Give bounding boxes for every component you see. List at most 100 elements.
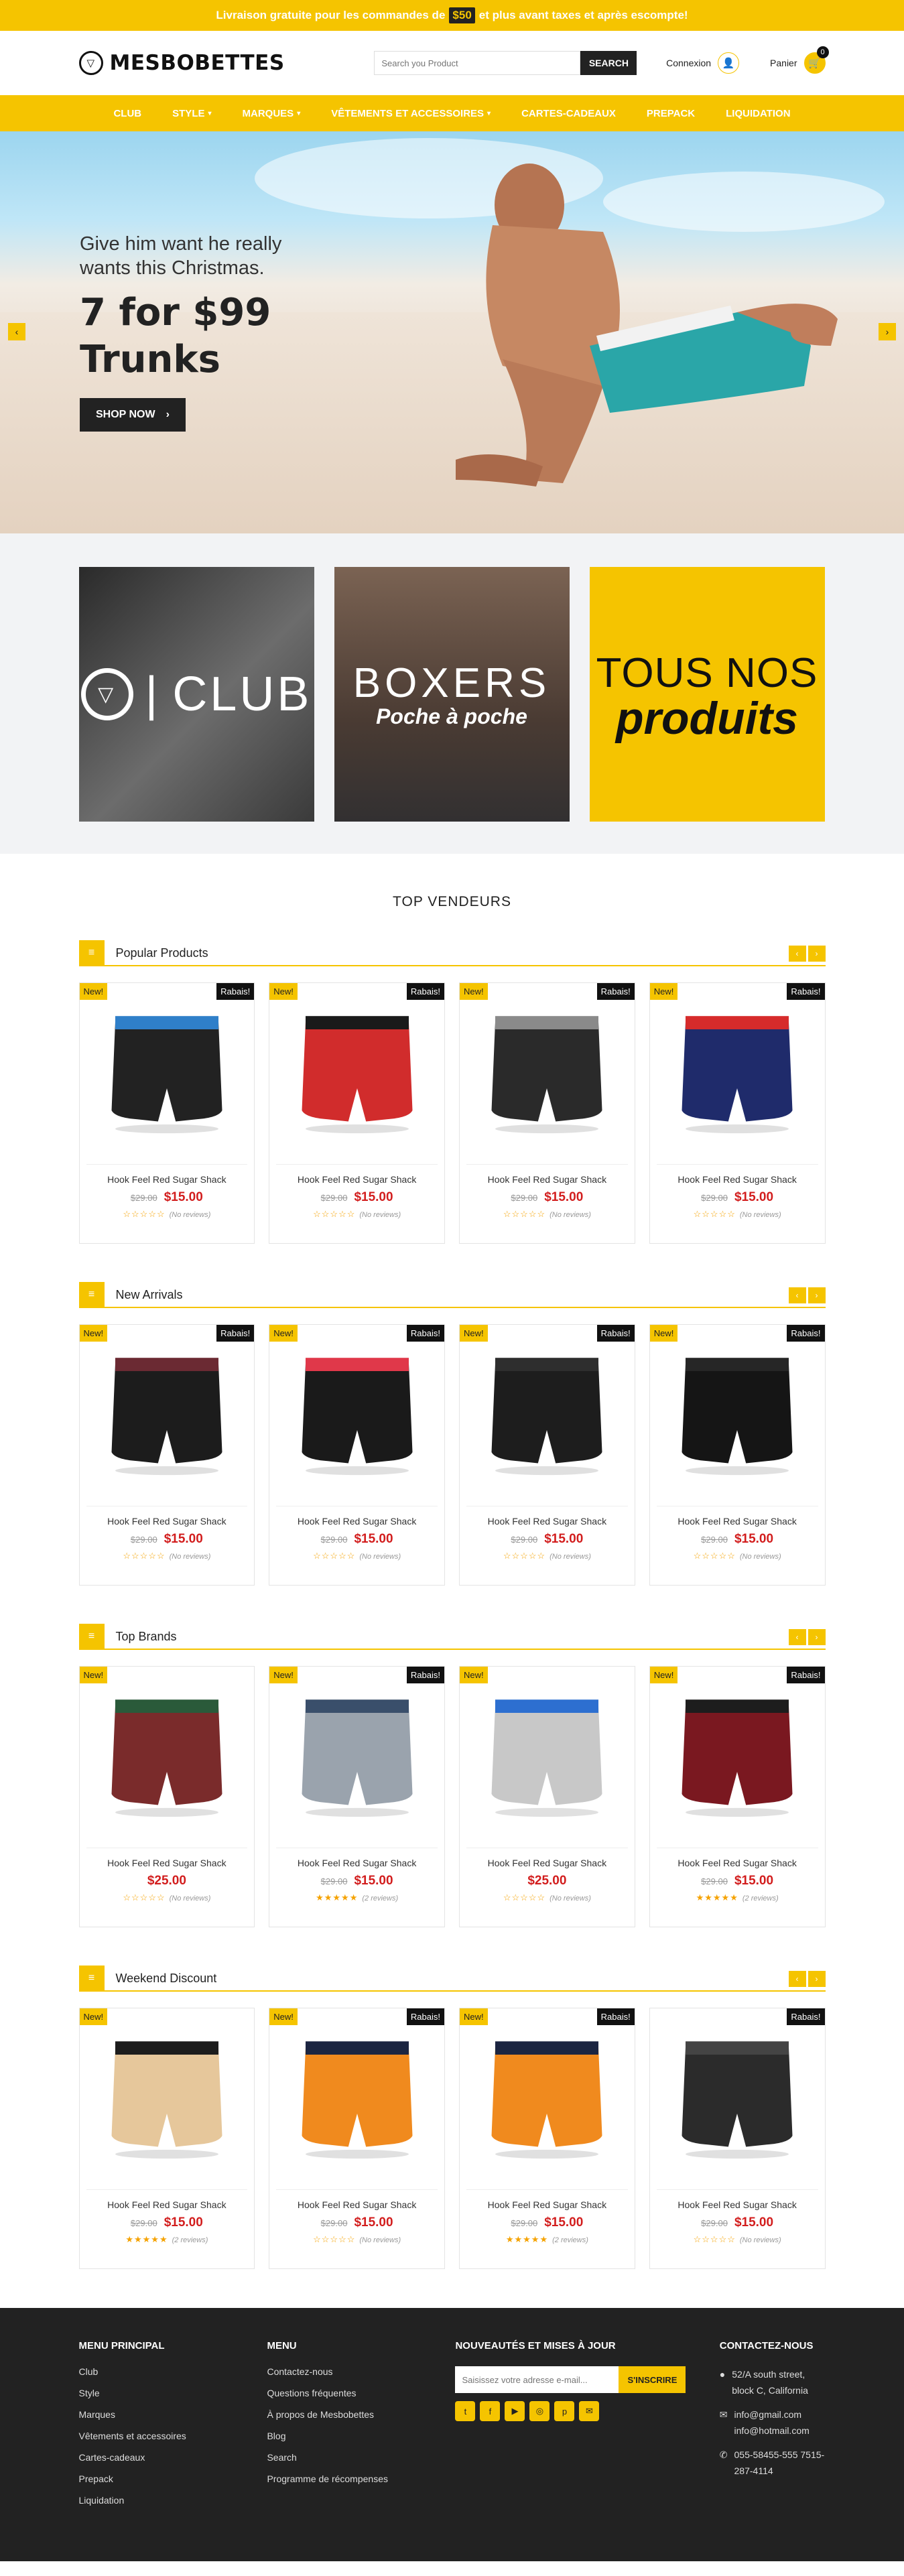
product-image-area[interactable]: New! Rabais! <box>649 983 825 1164</box>
review-count[interactable]: (No reviews) <box>359 1211 401 1219</box>
review-count[interactable]: (No reviews) <box>170 1211 211 1219</box>
banner-boxers[interactable]: BOXERS Poche à poche <box>334 567 570 822</box>
newsletter-subscribe-button[interactable]: S'INSCRIRE <box>619 2366 686 2393</box>
product-name[interactable]: Hook Feel Red Sugar Shack <box>657 1858 818 1868</box>
product-image-area[interactable]: New! Rabais! <box>79 1325 255 1506</box>
product-card[interactable]: New! Rabais! Hook Feel Red Sugar Shack $29.… <box>78 982 255 1244</box>
product-image-area[interactable]: New! Rabais! <box>269 1667 444 1848</box>
facebook-icon[interactable]: f <box>480 2401 501 2421</box>
cart-link[interactable]: Panier 🛒 0 <box>770 46 829 74</box>
pinterest-icon[interactable]: p <box>554 2401 575 2421</box>
product-image-area[interactable]: Rabais! <box>650 2008 825 2189</box>
product-name[interactable]: Hook Feel Red Sugar Shack <box>657 2199 818 2210</box>
footer-link[interactable]: Programme de récompenses <box>267 2473 455 2484</box>
review-count[interactable]: (No reviews) <box>359 1553 401 1561</box>
product-card[interactable]: New! Rabais! Hook Feel Red Sugar Shack $29.… <box>649 1666 826 1927</box>
product-name[interactable]: Hook Feel Red Sugar Shack <box>466 1858 628 1868</box>
product-name[interactable]: Hook Feel Red Sugar Shack <box>276 1516 438 1527</box>
product-name[interactable]: Hook Feel Red Sugar Shack <box>466 1516 628 1527</box>
product-card[interactable]: New! Rabais! Hook Feel Red Sugar Shack $29.… <box>459 982 635 1244</box>
nav-item-cartes-cadeaux[interactable]: CARTES-CADEAUX <box>506 108 631 119</box>
product-card[interactable]: New! Rabais! Hook Feel Red Sugar Shack $29.… <box>78 1324 255 1586</box>
review-count[interactable]: (2 reviews) <box>172 2236 208 2244</box>
product-name[interactable]: Hook Feel Red Sugar Shack <box>86 1858 248 1868</box>
product-name[interactable]: Hook Feel Red Sugar Shack <box>86 1174 248 1185</box>
search-input[interactable] <box>374 51 581 75</box>
footer-link[interactable]: Style <box>79 2388 267 2398</box>
product-card[interactable]: New! Rabais! Hook Feel Red Sugar Shack $29.… <box>269 2008 445 2269</box>
product-image-area[interactable]: New! Rabais! <box>269 983 444 1164</box>
product-card[interactable]: New! Rabais! Hook Feel Red Sugar Shack $29.… <box>269 982 445 1244</box>
instagram-icon[interactable]: ◎ <box>529 2401 550 2421</box>
block-next-button[interactable]: › <box>808 1287 826 1303</box>
block-next-button[interactable]: › <box>808 1629 826 1645</box>
product-name[interactable]: Hook Feel Red Sugar Shack <box>276 1174 438 1185</box>
block-prev-button[interactable]: ‹ <box>788 1287 806 1303</box>
newsletter-email-input[interactable] <box>455 2366 619 2393</box>
logo[interactable]: ▽ MESBOBETTES <box>78 51 285 75</box>
search-button[interactable]: SEARCH <box>580 51 637 75</box>
footer-link[interactable]: Liquidation <box>79 2495 267 2506</box>
product-name[interactable]: Hook Feel Red Sugar Shack <box>657 1174 818 1185</box>
product-name[interactable]: Hook Feel Red Sugar Shack <box>86 2199 248 2210</box>
product-image-area[interactable]: New! Rabais! <box>79 983 255 1164</box>
footer-link[interactable]: Cartes-cadeaux <box>79 2452 267 2463</box>
review-count[interactable]: (No reviews) <box>170 1553 211 1561</box>
footer-link[interactable]: Contactez-nous <box>267 2366 455 2377</box>
review-count[interactable]: (No reviews) <box>740 2236 781 2244</box>
product-name[interactable]: Hook Feel Red Sugar Shack <box>466 2199 628 2210</box>
block-prev-button[interactable]: ‹ <box>788 946 806 962</box>
block-next-button[interactable]: › <box>808 1971 826 1987</box>
block-prev-button[interactable]: ‹ <box>788 1629 806 1645</box>
nav-item-marques[interactable]: MARQUES ▾ <box>227 108 316 119</box>
shop-now-button[interactable]: SHOP NOW › <box>80 398 186 432</box>
product-image-area[interactable]: New! Rabais! <box>649 1325 825 1506</box>
footer-link[interactable]: Search <box>267 2452 455 2463</box>
product-card[interactable]: Rabais! Hook Feel Red Sugar Shack $29.00 $1… <box>649 2008 826 2269</box>
slider-next-button[interactable]: › <box>879 323 896 340</box>
youtube-icon[interactable]: ▶ <box>505 2401 525 2421</box>
login-link[interactable]: Connexion 👤 <box>666 52 740 74</box>
review-count[interactable]: (2 reviews) <box>362 1894 398 1903</box>
nav-item-style[interactable]: STYLE ▾ <box>157 108 227 119</box>
product-name[interactable]: Hook Feel Red Sugar Shack <box>657 1516 818 1527</box>
slider-prev-button[interactable]: ‹ <box>8 323 25 340</box>
review-count[interactable]: (No reviews) <box>740 1211 781 1219</box>
product-image-area[interactable]: New! Rabais! <box>460 983 635 1164</box>
banner-club[interactable]: ▽ | CLUB <box>78 567 314 822</box>
product-name[interactable]: Hook Feel Red Sugar Shack <box>466 1174 628 1185</box>
product-image-area[interactable]: New! Rabais! <box>269 2008 444 2189</box>
review-count[interactable]: (2 reviews) <box>552 2236 588 2244</box>
nav-item-liquidation[interactable]: LIQUIDATION <box>710 108 805 119</box>
email-icon[interactable]: ✉ <box>579 2401 600 2421</box>
review-count[interactable]: (No reviews) <box>550 1894 591 1903</box>
product-card[interactable]: New! Hook Feel Red Sugar Shack $25.00 ☆☆☆☆☆… <box>459 1666 635 1927</box>
product-card[interactable]: New! Rabais! Hook Feel Red Sugar Shack $29.… <box>459 2008 635 2269</box>
nav-item-club[interactable]: CLUB <box>98 108 157 119</box>
review-count[interactable]: (No reviews) <box>359 2236 401 2244</box>
twitter-icon[interactable]: t <box>455 2401 476 2421</box>
product-card[interactable]: New! Hook Feel Red Sugar Shack $25.00 ☆☆☆☆☆… <box>78 1666 255 1927</box>
product-card[interactable]: New! Rabais! Hook Feel Red Sugar Shack $29.… <box>269 1666 445 1927</box>
footer-link[interactable]: Marques <box>79 2409 267 2420</box>
product-name[interactable]: Hook Feel Red Sugar Shack <box>86 1516 248 1527</box>
footer-link[interactable]: Club <box>79 2366 267 2377</box>
block-prev-button[interactable]: ‹ <box>788 1971 806 1987</box>
product-name[interactable]: Hook Feel Red Sugar Shack <box>276 2199 438 2210</box>
product-name[interactable]: Hook Feel Red Sugar Shack <box>276 1858 438 1868</box>
footer-link[interactable]: À propos de Mesbobettes <box>267 2409 455 2420</box>
product-card[interactable]: New! Rabais! Hook Feel Red Sugar Shack $29.… <box>459 1324 635 1586</box>
review-count[interactable]: (No reviews) <box>740 1553 781 1561</box>
product-image-area[interactable]: New! Rabais! <box>649 1667 825 1848</box>
review-count[interactable]: (2 reviews) <box>742 1894 779 1903</box>
product-card[interactable]: New! Rabais! Hook Feel Red Sugar Shack $29.… <box>649 1324 826 1586</box>
product-card[interactable]: New! Hook Feel Red Sugar Shack $29.00 $15.0… <box>78 2008 255 2269</box>
product-card[interactable]: New! Rabais! Hook Feel Red Sugar Shack $29.… <box>269 1324 445 1586</box>
nav-item-prepack[interactable]: PREPACK <box>631 108 710 119</box>
product-image-area[interactable]: New! <box>79 1667 255 1848</box>
review-count[interactable]: (No reviews) <box>170 1894 211 1903</box>
product-image-area[interactable]: New! Rabais! <box>269 1325 444 1506</box>
footer-link[interactable]: Questions fréquentes <box>267 2388 455 2398</box>
footer-link[interactable]: Blog <box>267 2431 455 2441</box>
product-card[interactable]: New! Rabais! Hook Feel Red Sugar Shack $29.… <box>649 982 826 1244</box>
